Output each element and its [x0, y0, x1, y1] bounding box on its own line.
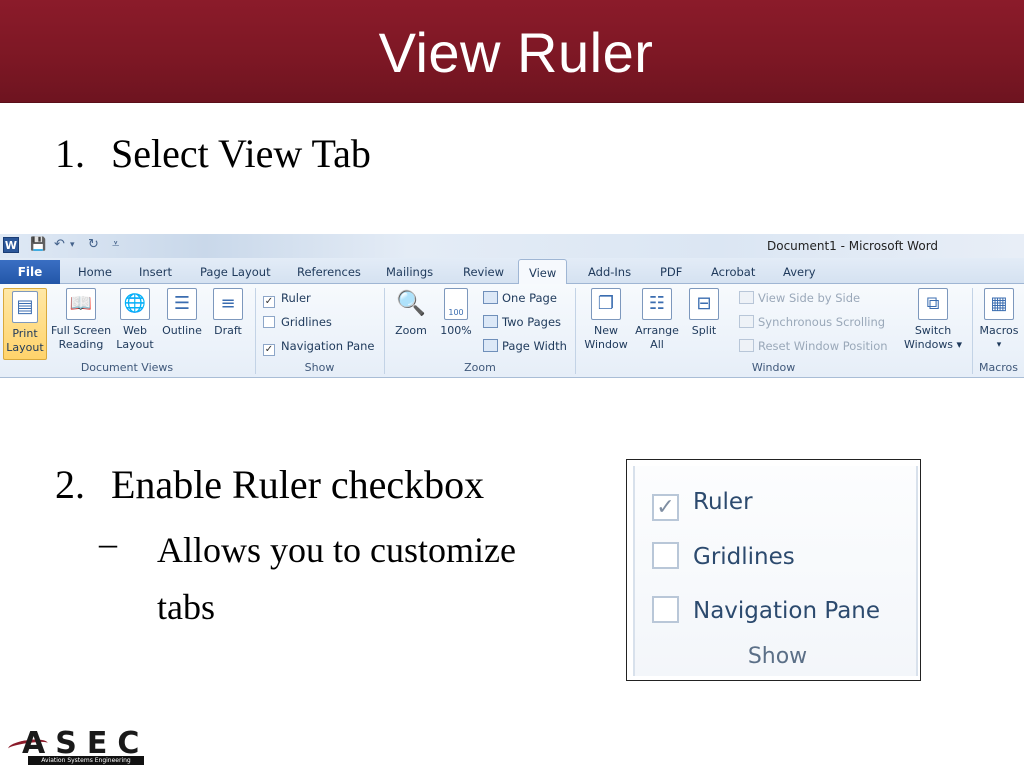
- zoomed-navigation-pane-box: [652, 596, 679, 623]
- arrange-all-icon: ☷: [642, 288, 672, 320]
- step-1: 1. Select View Tab: [55, 130, 371, 177]
- ribbon-tabs: File Home Insert Page Layout References …: [0, 258, 1024, 285]
- step-1-number: 1.: [55, 131, 85, 176]
- tab-home[interactable]: Home: [78, 265, 112, 279]
- zoom-group-label: Zoom: [464, 361, 496, 374]
- two-pages-button[interactable]: Two Pages: [483, 315, 561, 329]
- show-group-zoomed: ✓ Ruler Gridlines Navigation Pane Show: [626, 459, 921, 681]
- zoomed-gridlines-checkbox[interactable]: Gridlines: [652, 542, 795, 571]
- tab-avery[interactable]: Avery: [783, 265, 816, 279]
- step-2: 2. Enable Ruler checkbox: [55, 461, 484, 508]
- gridlines-checkbox[interactable]: Gridlines: [263, 315, 332, 329]
- zoomed-navigation-pane-checkbox[interactable]: Navigation Pane: [652, 596, 880, 625]
- zoom-button[interactable]: 🔍 Zoom: [392, 288, 430, 338]
- zoom-100-button[interactable]: 100 100%: [438, 288, 474, 338]
- two-pages-icon: [483, 315, 498, 328]
- zoomed-ruler-check-icon: ✓: [652, 494, 679, 521]
- print-layout-button[interactable]: ▤ Print Layout: [3, 288, 47, 360]
- zoomed-ruler-checkbox[interactable]: ✓ Ruler: [652, 488, 753, 521]
- word-app-icon[interactable]: W: [3, 237, 19, 253]
- tab-add-ins[interactable]: Add-Ins: [588, 265, 631, 279]
- print-layout-icon: ▤: [12, 291, 38, 323]
- tab-file[interactable]: File: [0, 260, 60, 284]
- ruler-checkbox[interactable]: ✓ Ruler: [263, 291, 311, 308]
- magnifier-icon: 🔍: [396, 289, 426, 317]
- synchronous-scrolling-button[interactable]: Synchronous Scrolling: [739, 315, 885, 329]
- slide-title-bar: View Ruler: [0, 0, 1024, 103]
- slide-title: View Ruler: [378, 21, 654, 84]
- switch-windows-button[interactable]: ⧉ Switch Windows ▾: [900, 288, 966, 352]
- full-screen-reading-button[interactable]: 📖 Full Screen Reading: [50, 288, 112, 352]
- tab-insert[interactable]: Insert: [139, 265, 172, 279]
- draft-button[interactable]: ≡ Draft: [210, 288, 246, 338]
- word-ribbon-screenshot: W 💾 ↶ ▾ ↻ ⩡ Document1 - Microsoft Word F…: [0, 234, 1024, 384]
- bullet-text: Allows you to customize tabs: [157, 530, 516, 627]
- one-page-icon: [483, 291, 498, 304]
- save-icon[interactable]: 💾: [30, 237, 46, 253]
- macros-icon: ▦: [984, 288, 1014, 320]
- view-side-by-side-button[interactable]: View Side by Side: [739, 291, 860, 305]
- side-by-side-icon: [739, 291, 754, 304]
- tab-pdf[interactable]: PDF: [660, 265, 682, 279]
- draft-icon: ≡: [213, 288, 243, 320]
- web-layout-button[interactable]: 🌐 Web Layout: [115, 288, 155, 352]
- one-page-button[interactable]: One Page: [483, 291, 557, 305]
- tab-review[interactable]: Review: [463, 265, 504, 279]
- page-100-icon: 100: [444, 288, 468, 320]
- ribbon-body: ▤ Print Layout 📖 Full Screen Reading 🌐 W…: [0, 284, 1024, 378]
- window-title: Document1 - Microsoft Word: [767, 239, 939, 253]
- show-group-panel: ✓ Ruler Gridlines Navigation Pane Show: [633, 466, 918, 676]
- macros-group-label: Macros: [978, 361, 1019, 374]
- split-icon: ⊟: [689, 288, 719, 320]
- undo-dropdown-icon[interactable]: ▾: [70, 237, 75, 253]
- bullet-dash: –: [99, 523, 117, 563]
- show-group-label: Show: [304, 361, 335, 374]
- undo-icon[interactable]: ↶: [54, 237, 65, 253]
- new-window-icon: ❐: [591, 288, 621, 320]
- window-group-label: Window: [751, 361, 796, 374]
- new-window-button[interactable]: ❐ New Window: [580, 288, 632, 352]
- zoomed-gridlines-box: [652, 542, 679, 569]
- redo-icon[interactable]: ↻: [88, 237, 99, 253]
- split-button[interactable]: ⊟ Split: [688, 288, 720, 338]
- navigation-pane-check-icon: ✓: [263, 344, 275, 356]
- page-width-button[interactable]: Page Width: [483, 339, 567, 353]
- asec-logo: ASEC Aviation Systems Engineering Compan…: [7, 726, 144, 768]
- web-layout-icon: 🌐: [120, 288, 150, 320]
- customize-toolbar-icon[interactable]: ⩡: [112, 237, 119, 253]
- arrange-all-button[interactable]: ☷ Arrange All: [634, 288, 680, 352]
- tab-acrobat[interactable]: Acrobat: [711, 265, 755, 279]
- step-2-text: Enable Ruler checkbox: [111, 462, 485, 507]
- tab-view[interactable]: View: [518, 259, 568, 285]
- reset-window-position-icon: [739, 339, 754, 352]
- step-2-number: 2.: [55, 462, 85, 507]
- quick-access-toolbar: W 💾 ↶ ▾ ↻ ⩡ Document1 - Microsoft Word: [0, 234, 1024, 258]
- outline-icon: ☰: [167, 288, 197, 320]
- switch-windows-icon: ⧉: [918, 288, 948, 320]
- synchronous-scrolling-icon: [739, 315, 754, 328]
- macros-button[interactable]: ▦ Macros ▾: [976, 288, 1022, 352]
- zoomed-show-label: Show: [747, 644, 808, 669]
- navigation-pane-checkbox[interactable]: ✓ Navigation Pane: [263, 339, 375, 356]
- full-screen-reading-icon: 📖: [66, 288, 96, 320]
- document-views-group-label: Document Views: [80, 361, 174, 374]
- tab-mailings[interactable]: Mailings: [386, 265, 433, 279]
- tab-page-layout[interactable]: Page Layout: [200, 265, 271, 279]
- step-1-text: Select View Tab: [111, 131, 371, 176]
- gridlines-checkbox-box: [263, 316, 275, 328]
- logo-subtitle: Aviation Systems Engineering Company: [28, 756, 144, 768]
- outline-button[interactable]: ☰ Outline: [160, 288, 204, 338]
- page-width-icon: [483, 339, 498, 352]
- reset-window-position-button[interactable]: Reset Window Position: [739, 339, 888, 353]
- ruler-check-icon: ✓: [263, 296, 275, 308]
- tab-references[interactable]: References: [297, 265, 361, 279]
